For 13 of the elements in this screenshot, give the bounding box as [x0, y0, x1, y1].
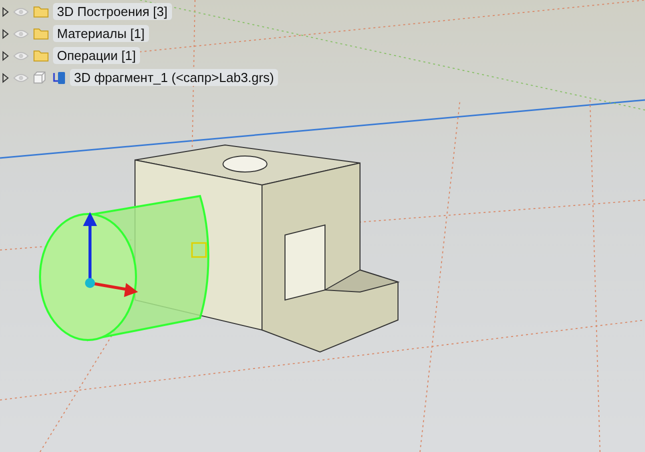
tree-item[interactable]: 3D Построения [3] [53, 3, 172, 20]
expand-arrow-icon[interactable] [2, 50, 9, 60]
folder-icon [33, 5, 49, 18]
expand-arrow-icon[interactable] [2, 72, 9, 82]
tree-item[interactable]: Материалы [1] [53, 25, 149, 42]
tree-item[interactable]: Операции [1] [53, 47, 140, 64]
folder-icon [33, 27, 49, 40]
folder-icon [33, 49, 49, 62]
cube-icon [33, 71, 46, 84]
axis-triad-icon [83, 212, 138, 297]
expand-arrow-icon[interactable] [2, 6, 9, 16]
expand-arrow-icon[interactable] [2, 28, 9, 38]
tree-item[interactable]: 3D фрагмент_1 (<сапр>Lab3.grs) [70, 69, 278, 86]
